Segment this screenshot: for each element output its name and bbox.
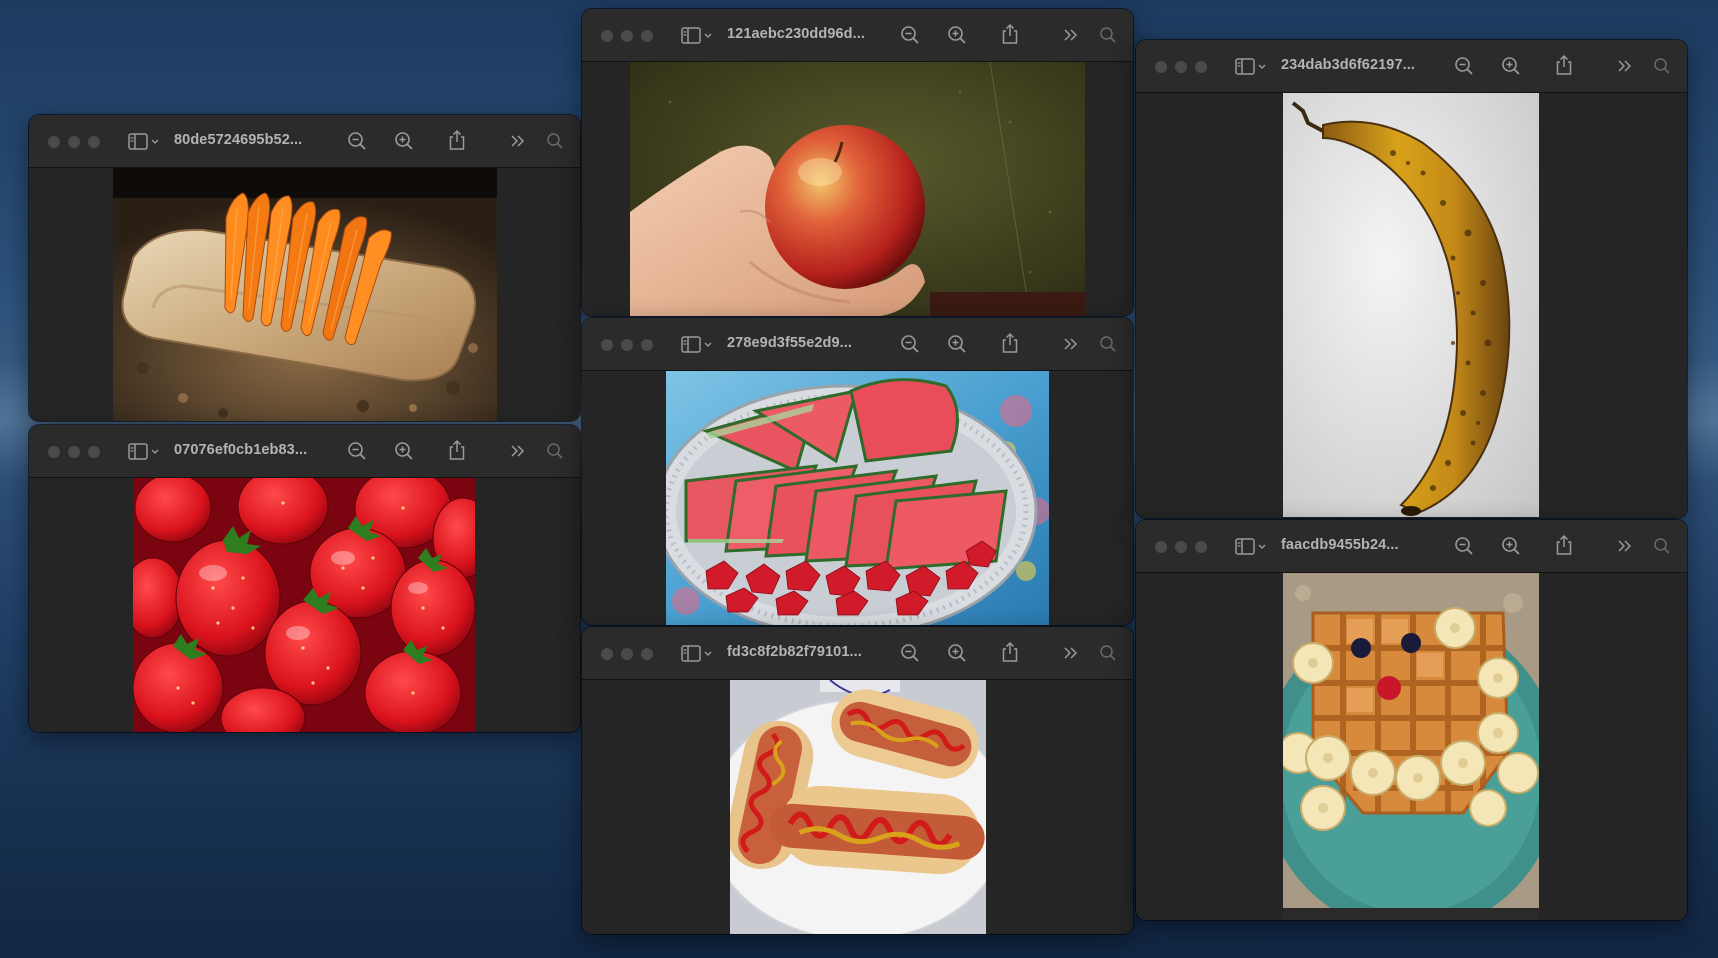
close-button[interactable] [48, 446, 60, 458]
search-icon[interactable] [1653, 537, 1671, 555]
zoom-window-button[interactable] [88, 136, 100, 148]
share-icon[interactable] [1000, 23, 1020, 45]
share-icon[interactable] [1000, 641, 1020, 663]
image-canvas [29, 168, 580, 421]
minimize-button[interactable] [68, 446, 80, 458]
search-icon[interactable] [1099, 335, 1117, 353]
share-icon[interactable] [1554, 534, 1574, 556]
more-chevron-icon[interactable] [1063, 27, 1079, 43]
sidebar-toggle-icon[interactable] [128, 443, 160, 461]
zoom-out-icon[interactable] [347, 131, 367, 151]
window-titlebar[interactable]: 07076ef0cb1eb83... [29, 425, 580, 478]
window-titlebar[interactable]: fd3c8f2b82f79101... [582, 627, 1133, 680]
share-icon[interactable] [1554, 54, 1574, 76]
preview-window-strawberries[interactable]: 07076ef0cb1eb83... [29, 425, 580, 732]
preview-window-apple[interactable]: 121aebc230dd96d... [582, 9, 1133, 316]
zoom-window-button[interactable] [641, 30, 653, 42]
minimize-button[interactable] [1175, 61, 1187, 73]
sidebar-toggle-icon[interactable] [681, 645, 713, 663]
zoom-in-icon[interactable] [1501, 536, 1521, 556]
window-title: 07076ef0cb1eb83... [174, 442, 308, 458]
image-canvas [582, 62, 1133, 316]
minimize-button[interactable] [1175, 541, 1187, 553]
minimize-button[interactable] [68, 136, 80, 148]
image-canvas [582, 680, 1133, 934]
minimize-button[interactable] [621, 339, 633, 351]
image-canvas [582, 371, 1133, 625]
more-chevron-icon[interactable] [1063, 645, 1079, 661]
search-icon[interactable] [546, 442, 564, 460]
window-titlebar[interactable]: 234dab3d6f62197... [1136, 40, 1687, 93]
share-icon[interactable] [1000, 332, 1020, 354]
zoom-out-icon[interactable] [347, 441, 367, 461]
window-title: 234dab3d6f62197... [1281, 57, 1415, 73]
window-titlebar[interactable]: 80de5724695b52... [29, 115, 580, 168]
close-button[interactable] [601, 648, 613, 660]
more-chevron-icon[interactable] [1617, 538, 1633, 554]
close-button[interactable] [1155, 61, 1167, 73]
preview-window-carrots[interactable]: 80de5724695b52... [29, 115, 580, 421]
image-canvas [1136, 93, 1687, 518]
search-icon[interactable] [1099, 644, 1117, 662]
window-title: faacdb9455b24... [1281, 537, 1399, 553]
waffle-photo [1283, 573, 1539, 920]
share-icon[interactable] [447, 129, 467, 151]
zoom-in-icon[interactable] [947, 334, 967, 354]
zoom-window-button[interactable] [88, 446, 100, 458]
zoom-out-icon[interactable] [900, 643, 920, 663]
close-button[interactable] [601, 339, 613, 351]
search-icon[interactable] [546, 132, 564, 150]
window-titlebar[interactable]: 278e9d3f55e2d9... [582, 318, 1133, 371]
sidebar-toggle-icon[interactable] [681, 336, 713, 354]
more-chevron-icon[interactable] [510, 443, 526, 459]
window-title: 278e9d3f55e2d9... [727, 335, 853, 351]
hotdogs-photo [730, 680, 986, 934]
zoom-window-button[interactable] [641, 648, 653, 660]
zoom-out-icon[interactable] [1454, 56, 1474, 76]
zoom-out-icon[interactable] [900, 334, 920, 354]
share-icon[interactable] [447, 439, 467, 461]
more-chevron-icon[interactable] [1063, 336, 1079, 352]
minimize-button[interactable] [621, 648, 633, 660]
minimize-button[interactable] [621, 30, 633, 42]
window-title: 80de5724695b52... [174, 132, 303, 148]
zoom-in-icon[interactable] [394, 441, 414, 461]
zoom-window-button[interactable] [641, 339, 653, 351]
more-chevron-icon[interactable] [510, 133, 526, 149]
window-title: 121aebc230dd96d... [727, 26, 866, 42]
close-button[interactable] [48, 136, 60, 148]
watermelon-photo [666, 371, 1049, 625]
apple-photo [630, 62, 1085, 316]
image-canvas [29, 478, 580, 732]
zoom-in-icon[interactable] [947, 643, 967, 663]
zoom-in-icon[interactable] [394, 131, 414, 151]
zoom-window-button[interactable] [1195, 541, 1207, 553]
window-titlebar[interactable]: 121aebc230dd96d... [582, 9, 1133, 62]
sidebar-toggle-icon[interactable] [128, 133, 160, 151]
zoom-in-icon[interactable] [1501, 56, 1521, 76]
search-icon[interactable] [1099, 26, 1117, 44]
strawberries-photo [133, 478, 475, 732]
banana-photo [1283, 93, 1539, 517]
sidebar-toggle-icon[interactable] [681, 27, 713, 45]
zoom-in-icon[interactable] [947, 25, 967, 45]
image-canvas [1136, 573, 1687, 920]
preview-window-watermelon[interactable]: 278e9d3f55e2d9... [582, 318, 1133, 625]
search-icon[interactable] [1653, 57, 1671, 75]
preview-window-hotdogs[interactable]: fd3c8f2b82f79101... [582, 627, 1133, 934]
sidebar-toggle-icon[interactable] [1235, 58, 1267, 76]
close-button[interactable] [1155, 541, 1167, 553]
zoom-out-icon[interactable] [1454, 536, 1474, 556]
preview-window-banana[interactable]: 234dab3d6f62197... [1136, 40, 1687, 518]
preview-window-waffle[interactable]: faacdb9455b24... [1136, 520, 1687, 920]
zoom-window-button[interactable] [1195, 61, 1207, 73]
carrots-photo [113, 168, 497, 421]
close-button[interactable] [601, 30, 613, 42]
window-titlebar[interactable]: faacdb9455b24... [1136, 520, 1687, 573]
window-title: fd3c8f2b82f79101... [727, 644, 862, 660]
sidebar-toggle-icon[interactable] [1235, 538, 1267, 556]
zoom-out-icon[interactable] [900, 25, 920, 45]
more-chevron-icon[interactable] [1617, 58, 1633, 74]
